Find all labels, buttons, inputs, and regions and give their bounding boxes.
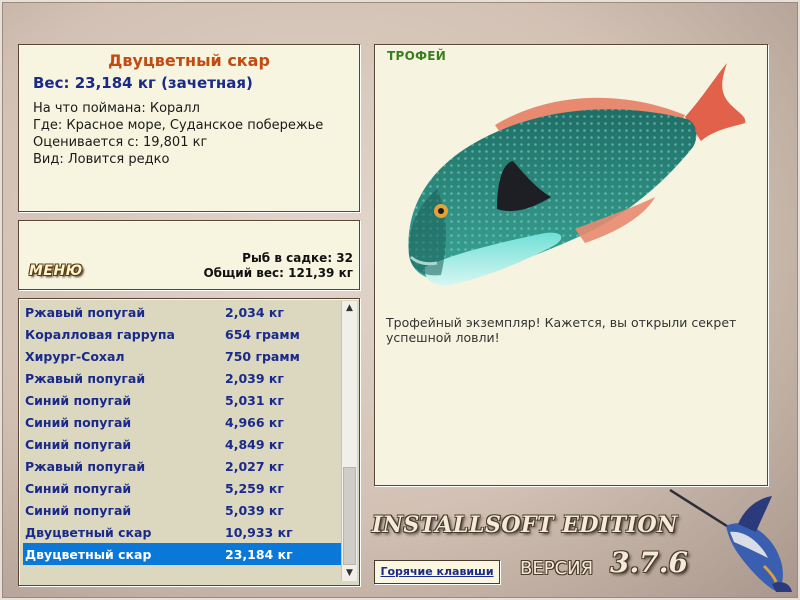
catch-fish-name: Ржавый попугай [25,458,146,474]
rarity-line: Вид: Ловится редко [33,152,170,167]
catch-fish-name: Ржавый попугай [25,370,146,386]
catch-fish-weight: 4,966 кг [225,414,284,430]
menu-panel: МЕНЮ Рыб в садке: 32 Общий вес: 121,39 к… [18,220,360,290]
catch-list-item[interactable]: Синий попугай 5,259 кг [23,477,341,499]
catch-list-rows: Ржавый попугай 2,034 кг Коралловая гаррупа… [23,301,341,565]
scroll-up-arrow-icon[interactable]: ▲ [342,301,357,316]
fish-count: Рыб в садке: 32 [242,251,353,265]
catch-list: Ржавый попугай 2,034 кг Коралловая гаррупа… [18,298,360,586]
scrollbar-thumb[interactable] [343,467,356,565]
catch-fish-weight: 5,259 кг [225,480,284,496]
catch-fish-weight: 5,031 кг [225,392,284,408]
catch-list-item[interactable]: Коралловая гаррупа 654 грамм [23,323,341,345]
catch-fish-name: Синий попугай [25,414,132,430]
catch-fish-weight: 5,039 кг [225,502,284,518]
catch-fish-name: Ржавый попугай [25,304,146,320]
catch-fish-name: Синий попугай [25,502,132,518]
catch-list-item[interactable]: Двуцветный скар 23,184 кг [23,543,341,565]
catch-list-item[interactable]: Хирург-Сохал 750 грамм [23,345,341,367]
marlin-logo-icon [669,488,792,592]
catch-fish-weight: 2,027 кг [225,458,284,474]
edition-logo-text: INSTALLSOFT EDITION [372,512,678,538]
keepnet-stats: Рыб в садке: 32 Общий вес: 121,39 кг [203,251,353,281]
scrollbar[interactable]: ▲ ▼ [341,301,357,581]
catch-list-item[interactable]: Синий попугай 4,966 кг [23,411,341,433]
catch-fish-name: Коралловая гаррупа [25,326,175,342]
catch-fish-weight: 2,034 кг [225,304,284,320]
fish-pupil [438,208,444,214]
catch-list-item[interactable]: Ржавый попугай 2,027 кг [23,455,341,477]
catch-list-item[interactable]: Ржавый попугай 2,034 кг [23,301,341,323]
total-weight: Общий вес: 121,39 кг [203,266,353,280]
version-label: ВЕРСИЯ [520,558,594,579]
score-threshold-line: Оценивается с: 19,801 кг [33,135,208,150]
bait-line: На что поймана: Коралл [33,101,200,116]
location-line: Где: Красное море, Суданское побережье [33,118,324,133]
catch-fish-name: Двуцветный скар [25,546,152,562]
catch-fish-name: Двуцветный скар [25,524,152,540]
catch-list-item[interactable]: Синий попугай 5,039 кг [23,499,341,521]
trophy-panel: ТРОФЕЙ Трофейный экземпляр! Кажется, вы … [374,44,768,486]
catch-fish-weight: 2,039 кг [225,370,284,386]
catch-fish-name: Синий попугай [25,436,132,452]
fish-scales [408,109,697,281]
bicolor-parrotfish-image [408,63,746,286]
catch-fish-name: Хирург-Сохал [25,348,125,364]
catch-fish-weight: 750 грамм [225,348,300,364]
trophy-message: Трофейный экземпляр! Кажется, вы открыли… [386,315,737,345]
fish-weight: Вес: 23,184 кг (зачетная) [33,74,253,92]
catch-list-item[interactable]: Синий попугай 4,849 кг [23,433,341,455]
scroll-down-arrow-icon[interactable]: ▼ [342,566,357,581]
catch-list-item[interactable]: Синий попугай 5,031 кг [23,389,341,411]
catch-fish-name: Синий попугай [25,480,132,496]
fish-info-panel: Двуцветный скар Вес: 23,184 кг (зачетная… [18,44,360,212]
hotkeys-button[interactable]: Горячие клавиши [374,560,500,584]
catch-list-item[interactable]: Двуцветный скар 10,933 кг [23,521,341,543]
fish-title: Двуцветный скар [108,51,270,70]
menu-button[interactable]: МЕНЮ [29,263,83,279]
catch-list-item[interactable]: Ржавый попугай 2,039 кг [23,367,341,389]
catch-fish-weight: 23,184 кг [225,546,293,562]
catch-fish-weight: 4,849 кг [225,436,284,452]
marlin-bill [669,488,731,530]
catch-fish-weight: 10,933 кг [225,524,293,540]
catch-fish-name: Синий попугай [25,392,132,408]
catch-fish-weight: 654 грамм [225,326,300,342]
